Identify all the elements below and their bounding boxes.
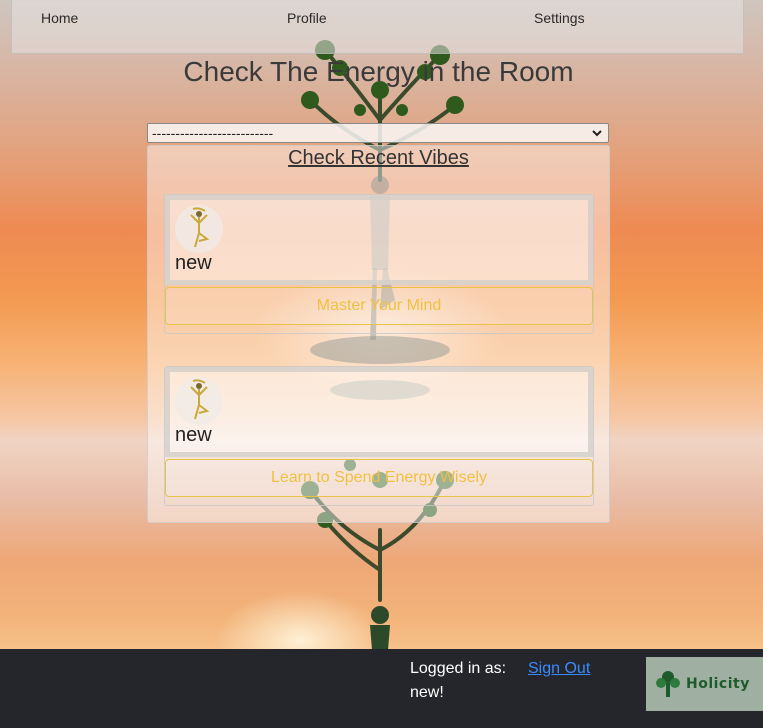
page-title: Check The Energy in the Room (183, 56, 574, 87)
vibe-card-body: new (165, 367, 593, 457)
nav-settings-link[interactable]: Settings (534, 10, 585, 26)
nav-profile-link[interactable]: Profile (287, 10, 327, 26)
nav-home-link[interactable]: Home (41, 10, 78, 26)
vibe-card-text: new (175, 252, 212, 274)
username: new! (410, 684, 444, 701)
footer: Logged in as: Sign Out new! Holicity (0, 649, 763, 728)
tree-logo-icon (656, 671, 680, 697)
vibe-card: new Learn to Spend Energy Wisely (164, 366, 594, 506)
vibe-select-value: -------------------------- (152, 125, 274, 141)
chevron-down-icon (592, 130, 602, 137)
learn-spend-energy-button[interactable]: Learn to Spend Energy Wisely (165, 459, 593, 497)
recent-vibes-title[interactable]: Check Recent Vibes (148, 147, 609, 170)
logo-text: Holicity (686, 676, 750, 692)
master-your-mind-button[interactable]: Master Your Mind (165, 287, 593, 325)
vibe-card-text: new (175, 424, 212, 446)
vibe-select[interactable]: -------------------------- (147, 123, 609, 143)
yoga-figure-icon (175, 205, 223, 253)
recent-vibes-panel: Check Recent Vibes new Master Your Mind … (147, 145, 610, 523)
yoga-figure-icon (175, 377, 223, 425)
top-nav: Home Profile Settings (11, 0, 744, 54)
holicity-logo: Holicity (646, 657, 763, 711)
vibe-card-body: new (165, 195, 593, 285)
vibe-card: new Master Your Mind (164, 194, 594, 334)
logged-in-label: Logged in as: (410, 660, 507, 677)
sign-out-link[interactable]: Sign Out (528, 660, 590, 678)
